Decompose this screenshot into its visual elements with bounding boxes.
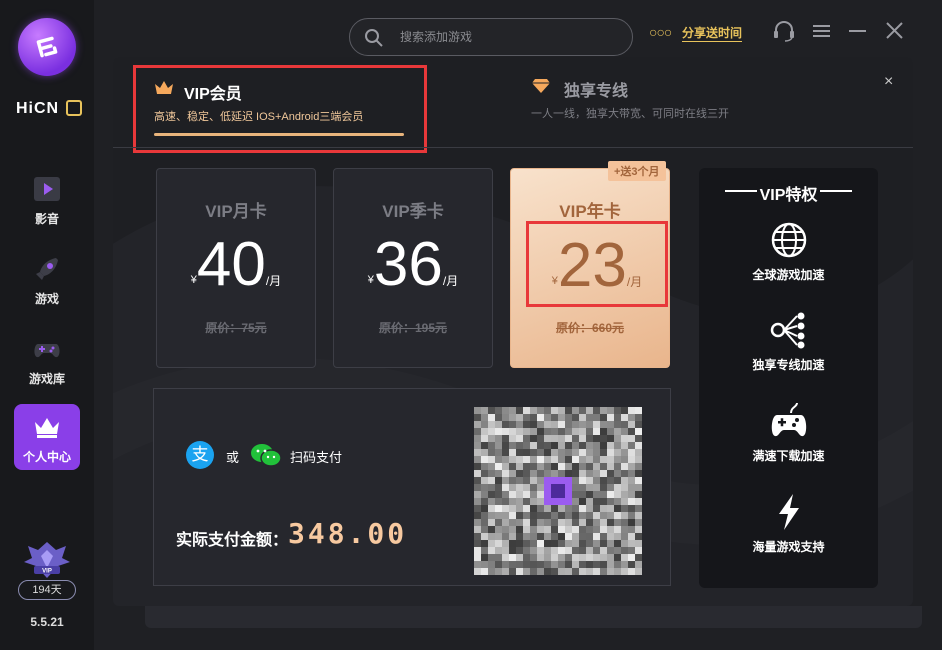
perk-label: 满速下载加速 xyxy=(752,449,825,463)
crown-icon xyxy=(35,418,59,438)
perk-global-acceleration: 全球游戏加速 xyxy=(699,220,878,283)
sidebar-item-game-library[interactable]: 游戏库 xyxy=(14,326,80,392)
headset-icon[interactable] xyxy=(772,20,796,42)
title-line-right xyxy=(820,190,852,192)
tab-title: VIP会员 xyxy=(184,86,242,103)
payment-panel: 支 或 扫码支付 实际支付金额： 348.00 xyxy=(153,388,671,586)
vip-purchase-dialog: VIP会员 高速、稳定、低延迟 IOS+Android三端会员 独享专线 一人一… xyxy=(113,57,913,606)
close-dialog-button[interactable]: × xyxy=(884,73,893,91)
tab-subtitle: 高速、稳定、低延迟 IOS+Android三端会员 xyxy=(154,111,364,123)
active-tab-indicator xyxy=(154,133,404,136)
perks-title: VIP特权 xyxy=(759,187,818,204)
amount-label: 实际支付金额： xyxy=(176,532,289,549)
modal-shadow xyxy=(145,606,922,628)
price-unit: /月 xyxy=(626,275,643,289)
menu-icon[interactable] xyxy=(810,20,834,42)
payment-qr-code xyxy=(474,407,642,575)
price-value: 36 xyxy=(373,230,443,299)
scan-to-pay-label: 扫码支付 xyxy=(290,450,343,465)
search-box[interactable] xyxy=(349,18,633,56)
logo-icon xyxy=(36,36,58,58)
app-version: 5.5.21 xyxy=(30,615,64,629)
plan-name: VIP月卡 xyxy=(205,202,267,221)
controller-icon xyxy=(771,402,806,437)
tab-subtitle: 一人一线，独享大带宽、可同时在线三开 xyxy=(531,108,729,120)
app-logo[interactable] xyxy=(18,18,76,76)
brand-name: HiCN xyxy=(16,100,60,117)
original-price: 原价：195元 xyxy=(378,321,448,335)
price-value: 23 xyxy=(557,231,627,300)
close-window-icon[interactable] xyxy=(883,20,907,42)
crown-icon xyxy=(155,81,173,94)
perk-exclusive-line: 独享专线加速 xyxy=(699,310,878,373)
plan-card-yearly[interactable]: VIP年卡 ¥23/月 原价：660元 xyxy=(510,168,670,368)
plan-price: ¥40/月 xyxy=(157,229,315,300)
brand-badge-icon xyxy=(66,100,82,116)
payment-amount: 348.00 xyxy=(288,517,408,550)
minimize-icon[interactable] xyxy=(846,20,870,42)
sidebar-item-label: 游戏库 xyxy=(28,372,65,386)
sidebar-item-media[interactable]: 影音 xyxy=(14,166,80,232)
plan-price: ¥23/月 xyxy=(526,221,668,307)
alipay-icon: 支 xyxy=(186,441,214,469)
price-unit: /月 xyxy=(265,274,282,288)
vip-days-badge: 194天 xyxy=(18,580,76,600)
or-label: 或 xyxy=(226,450,240,465)
original-price: 原价：660元 xyxy=(555,321,625,335)
perk-download-acceleration: 满速下载加速 xyxy=(699,401,878,464)
wechat-icon xyxy=(251,444,282,467)
play-icon xyxy=(34,177,60,201)
vip-emblem-icon: VIP xyxy=(24,542,70,578)
perk-label: 全球游戏加速 xyxy=(752,268,825,282)
gamepad-icon xyxy=(34,344,60,358)
sidebar-item-profile[interactable]: 个人中心 xyxy=(14,404,80,470)
share-dots-icon: ○○○ xyxy=(649,24,672,40)
diamond-icon xyxy=(532,79,550,93)
lightning-icon xyxy=(778,494,799,530)
app-window: HiCN 影音 游戏 游戏库 个人中心 VIP 194天 5.5.21 搜索添加… xyxy=(0,0,942,650)
svg-text:VIP: VIP xyxy=(42,569,52,575)
search-icon xyxy=(365,29,383,47)
plan-price: ¥36/月 xyxy=(334,229,492,300)
sidebar-item-label: 个人中心 xyxy=(22,450,71,464)
price-unit: /月 xyxy=(442,274,459,288)
perk-game-support: 海量游戏支持 xyxy=(699,492,878,555)
original-price: 原价：75元 xyxy=(205,321,267,335)
tab-exclusive-line[interactable]: 独享专线 一人一线，独享大带宽、可同时在线三开 xyxy=(531,65,811,153)
globe-icon xyxy=(771,222,806,258)
vip-perks-panel: VIP特权 全球游戏加速 独享专线加速 满速下载加速 海量游戏支持 xyxy=(699,168,878,588)
price-value: 40 xyxy=(196,230,266,299)
sidebar-item-games[interactable]: 游戏 xyxy=(14,246,80,312)
sidebar-item-label: 游戏 xyxy=(34,292,59,306)
tab-vip-membership[interactable]: VIP会员 高速、稳定、低延迟 IOS+Android三端会员 xyxy=(133,65,427,153)
plan-card-quarterly[interactable]: VIP季卡 ¥36/月 原价：195元 xyxy=(333,168,493,368)
sidebar-item-label: 影音 xyxy=(34,212,59,226)
network-icon xyxy=(770,312,804,349)
top-bar: ○○○ 分享送时间 xyxy=(94,0,942,60)
plan-card-monthly[interactable]: VIP月卡 ¥40/月 原价：75元 xyxy=(156,168,316,368)
perk-label: 独享专线加速 xyxy=(752,358,825,372)
plan-name: VIP季卡 xyxy=(382,202,444,221)
divider xyxy=(113,147,913,148)
bonus-badge: +送3个月 xyxy=(608,161,666,181)
tab-title: 独享专线 xyxy=(564,83,629,100)
plan-name: VIP年卡 xyxy=(559,202,621,221)
sidebar: HiCN 影音 游戏 游戏库 个人中心 VIP 194天 5.5.21 xyxy=(0,0,94,650)
search-input[interactable] xyxy=(400,27,620,47)
share-label: 分享送时间 xyxy=(682,26,743,42)
rocket-icon xyxy=(36,258,58,280)
perk-label: 海量游戏支持 xyxy=(752,540,825,554)
